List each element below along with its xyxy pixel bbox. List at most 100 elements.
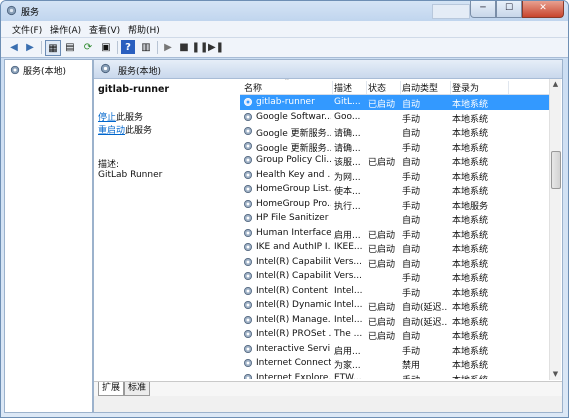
table-row[interactable]: Google Softwar... Goo... 手动 本地系统 bbox=[240, 110, 549, 125]
back-arrow-icon[interactable]: ◀ bbox=[7, 40, 21, 54]
forward-arrow-icon[interactable]: ▶ bbox=[23, 40, 37, 54]
maximize-button[interactable]: ☐ bbox=[496, 1, 522, 18]
cell-desc: GitL... bbox=[334, 97, 361, 107]
stop-service-link[interactable]: 停止 bbox=[98, 113, 116, 123]
cell-start-type: 自动 bbox=[402, 216, 421, 226]
menu-action[interactable]: 操作(A) bbox=[50, 23, 81, 36]
menu-help[interactable]: 帮助(H) bbox=[128, 23, 160, 36]
column-header-start-type[interactable]: 启动类型 bbox=[402, 81, 451, 94]
cell-state: 已启动 bbox=[368, 303, 396, 313]
cell-login: 本地系统 bbox=[452, 143, 489, 154]
cell-start-type: 手动 bbox=[402, 373, 448, 380]
table-row[interactable]: Internet Connect...为家... 禁用 本地系统 bbox=[240, 356, 549, 371]
view-tabs: 扩展 标准 bbox=[94, 381, 562, 396]
column-header-login[interactable]: 登录为 bbox=[452, 81, 509, 94]
cell-start-type: 手动 bbox=[402, 172, 421, 183]
minimize-button[interactable]: ─ bbox=[470, 1, 496, 18]
cell-desc: 为家... bbox=[334, 361, 361, 371]
tree-item-label: 服务(本地) bbox=[23, 66, 67, 77]
pane-title: 服务(本地) bbox=[118, 67, 162, 77]
console-icon[interactable]: ▥ bbox=[139, 40, 153, 54]
cell-login: 本地系统 bbox=[452, 187, 489, 197]
cell-start-type: 手动 bbox=[402, 230, 421, 241]
service-gear-icon bbox=[243, 315, 253, 324]
cell-start-type: 手动 bbox=[402, 201, 421, 212]
table-row[interactable]: HomeGroup List... 使本... 手动 本地系统 bbox=[240, 182, 549, 197]
title-bar[interactable]: 服务 ─ ☐ ✕ bbox=[1, 1, 568, 21]
start-service-icon[interactable]: ▶ bbox=[161, 40, 175, 54]
left-tree-pane: 服务(本地) bbox=[4, 59, 93, 413]
cell-desc: 执行... bbox=[334, 201, 361, 212]
cell-name: Group Policy Cli... bbox=[256, 155, 331, 165]
cell-name: gitlab-runner bbox=[256, 97, 315, 107]
table-row[interactable]: Google 更新服务... 请确... 自动 本地系统 bbox=[240, 124, 549, 139]
pane-header: 服务(本地) bbox=[94, 60, 562, 79]
vertical-scrollbar[interactable]: ▲ ▼ bbox=[549, 79, 561, 380]
table-row[interactable]: Group Policy Cli... 该服... 已启动 自动 本地系统 bbox=[240, 153, 549, 168]
cell-login: 本地系统 bbox=[452, 230, 489, 241]
export-list-icon[interactable]: ▣ bbox=[99, 40, 113, 54]
scroll-thumb[interactable] bbox=[551, 151, 561, 189]
cell-login: 本地系统 bbox=[452, 100, 489, 110]
cell-login: 本地系统 bbox=[452, 303, 489, 313]
table-row[interactable]: Health Key and ... 为网... 手动 本地系统 bbox=[240, 168, 549, 183]
help-icon[interactable]: ? bbox=[121, 40, 135, 54]
restart-service-link[interactable]: 重启动 bbox=[98, 126, 125, 136]
service-gear-icon bbox=[243, 170, 253, 179]
column-header-desc[interactable]: 描述 bbox=[334, 81, 367, 94]
table-row[interactable]: IKE and AuthIP I... IKEE... 已启动 自动 本地系统 bbox=[240, 240, 549, 255]
status-bar bbox=[94, 396, 562, 412]
table-row[interactable]: Google 更新服务... 请确... 手动 本地系统 bbox=[240, 139, 549, 154]
table-row[interactable]: Intel(R) Manage... Intel... 已启动 自动(延迟... 本地系… bbox=[240, 313, 549, 328]
cell-desc: The ... bbox=[334, 329, 363, 339]
pause-service-icon[interactable]: ❚❚ bbox=[192, 40, 209, 54]
cell-state: 已启动 bbox=[368, 332, 396, 342]
tab-extended[interactable]: 扩展 bbox=[98, 382, 125, 396]
cell-desc: ETW... bbox=[334, 372, 362, 380]
column-header-state[interactable]: 状态 bbox=[368, 81, 401, 94]
cell-login: 本地系统 bbox=[452, 259, 489, 270]
table-row[interactable]: Intel(R) PROSet ... The ... 已启动 自动 本地系统 bbox=[240, 327, 549, 342]
tab-standard[interactable]: 标准 bbox=[124, 382, 151, 396]
table-row[interactable]: gitlab-runner GitL... 已启动 自动 本地系统 bbox=[240, 95, 549, 110]
table-row[interactable]: Interactive Servi... 启用... 手动 本地系统 bbox=[240, 342, 549, 357]
service-gear-icon bbox=[243, 213, 253, 223]
service-gear-icon bbox=[243, 126, 253, 136]
close-button[interactable]: ✕ bbox=[522, 1, 564, 18]
table-row[interactable]: Human Interface...启用... 已启动手动 本地系统 bbox=[240, 226, 549, 241]
table-row[interactable]: HomeGroup Pro... 执行... 手动 本地服务 bbox=[240, 197, 549, 212]
cell-name: Intel(R) Dynamic... bbox=[256, 300, 331, 310]
table-row[interactable]: Intel(R) Dynamic...Intel... 已启动自动(延迟... 本地… bbox=[240, 298, 549, 313]
service-gear-icon bbox=[243, 257, 253, 266]
cell-state: 已启动 bbox=[368, 245, 396, 255]
table-row[interactable]: Internet Explore...ETW... 手动本地系统 bbox=[240, 371, 549, 380]
properties-sheet-icon[interactable]: ▤ bbox=[63, 40, 77, 54]
cell-start-type: 手动 bbox=[402, 274, 421, 284]
cell-state: 已启动 bbox=[368, 317, 396, 328]
scroll-up-icon[interactable]: ▲ bbox=[550, 79, 561, 90]
cell-desc: Vers... bbox=[334, 256, 362, 267]
table-row[interactable]: HP File Sanitizer 自动 本地系统 bbox=[240, 211, 549, 226]
stop-service-icon[interactable]: ■ bbox=[177, 40, 191, 54]
table-row[interactable]: Intel(R) Capabilit...Vers... 手动 本地系统 bbox=[240, 269, 549, 284]
cell-desc: Intel... bbox=[334, 300, 363, 310]
service-gear-icon bbox=[243, 286, 253, 295]
show-tree-icon[interactable]: ▦ bbox=[45, 40, 61, 56]
service-gear-icon bbox=[243, 271, 253, 281]
refresh-icon[interactable]: ⟳ bbox=[81, 40, 95, 54]
right-pane: 服务(本地) gitlab-runner 停止此服务 重启动此服务 描述: Gi… bbox=[93, 59, 563, 413]
cell-login: 本地系统 bbox=[452, 158, 489, 168]
scroll-down-icon[interactable]: ▼ bbox=[550, 369, 561, 380]
cell-name: Google Softwar... bbox=[256, 111, 331, 122]
cell-login: 本地系统 bbox=[452, 317, 489, 328]
restart-service-icon[interactable]: ▶❚ bbox=[208, 40, 224, 54]
cell-name: Intel(R) PROSet ... bbox=[256, 329, 331, 339]
table-row[interactable]: Intel(R) Content ... Intel... 手动 本地系统 bbox=[240, 284, 549, 299]
cell-login: 本地系统 bbox=[452, 332, 489, 342]
table-row[interactable]: Intel(R) Capabilit...Vers... 已启动自动 本地系统 bbox=[240, 255, 549, 270]
cell-name: Internet Connect... bbox=[256, 358, 331, 368]
menu-file[interactable]: 文件(F) bbox=[12, 23, 42, 36]
restart-line: 重启动此服务 bbox=[98, 123, 152, 136]
menu-view[interactable]: 查看(V) bbox=[89, 23, 120, 36]
cell-start-type: 手动 bbox=[402, 346, 421, 357]
